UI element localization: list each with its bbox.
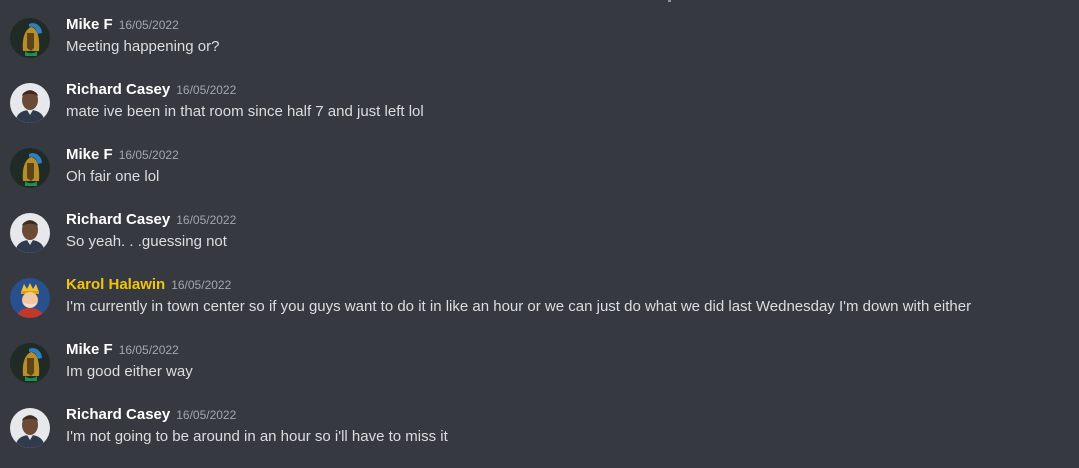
message-author[interactable]: Karol Halawin [66, 276, 165, 293]
king-character-icon[interactable] [10, 278, 50, 318]
message-text: Im good either way [66, 363, 193, 380]
message-text: Oh fair one lol [66, 168, 160, 185]
spartan-helmet-icon[interactable] [10, 343, 50, 383]
spartan-helmet-icon[interactable] [10, 148, 50, 188]
message-timestamp: 16/05/2022 [118, 343, 179, 357]
message-timestamp: 16/05/2022 [176, 213, 237, 227]
message-item: Mike F 16/05/2022 Meeting happening or? [0, 0, 1079, 60]
profile-photo[interactable] [10, 213, 50, 253]
message-author[interactable]: Richard Casey [66, 406, 170, 423]
message-item: Richard Casey 16/05/2022 So yeah. . .gues… [0, 195, 1079, 255]
message-author[interactable]: Mike F [66, 16, 113, 33]
message-text: I'm currently in town center so if you g… [66, 298, 972, 315]
profile-photo[interactable] [10, 408, 50, 448]
message-timestamp: 16/05/2022 [176, 408, 237, 422]
message-item: Richard Casey 16/05/2022 mate ive been in… [0, 65, 1079, 125]
message-author[interactable]: Mike F [66, 341, 113, 358]
message-item: Karol Halawin 16/05/2022 I'm currently in… [0, 260, 1079, 320]
message-text: I'm not going to be around in an hour so… [66, 428, 448, 445]
message-item: Richard Casey 16/05/2022 I'm not going to… [0, 390, 1079, 450]
profile-photo[interactable] [10, 83, 50, 123]
message-timestamp: 16/05/2022 [118, 18, 179, 32]
spartan-helmet-icon[interactable] [10, 18, 50, 58]
message-author[interactable]: Mike F [66, 146, 113, 163]
message-timestamp: 16/05/2022 [171, 278, 232, 292]
message-timestamp: 16/05/2022 [118, 148, 179, 162]
chat-message-list: Mike F 16/05/2022 Meeting happening or? R… [0, 0, 1079, 468]
message-author[interactable]: Richard Casey [66, 81, 170, 98]
message-item: Mike F 16/05/2022 Im good either way [0, 325, 1079, 385]
message-item: Mike F 16/05/2022 Oh fair one lol [0, 130, 1079, 190]
message-text: Meeting happening or? [66, 38, 220, 55]
message-timestamp: 16/05/2022 [176, 83, 237, 97]
message-author[interactable]: Richard Casey [66, 211, 170, 228]
message-text: mate ive been in that room since half 7 … [66, 103, 424, 120]
message-text: So yeah. . .guessing not [66, 233, 227, 250]
